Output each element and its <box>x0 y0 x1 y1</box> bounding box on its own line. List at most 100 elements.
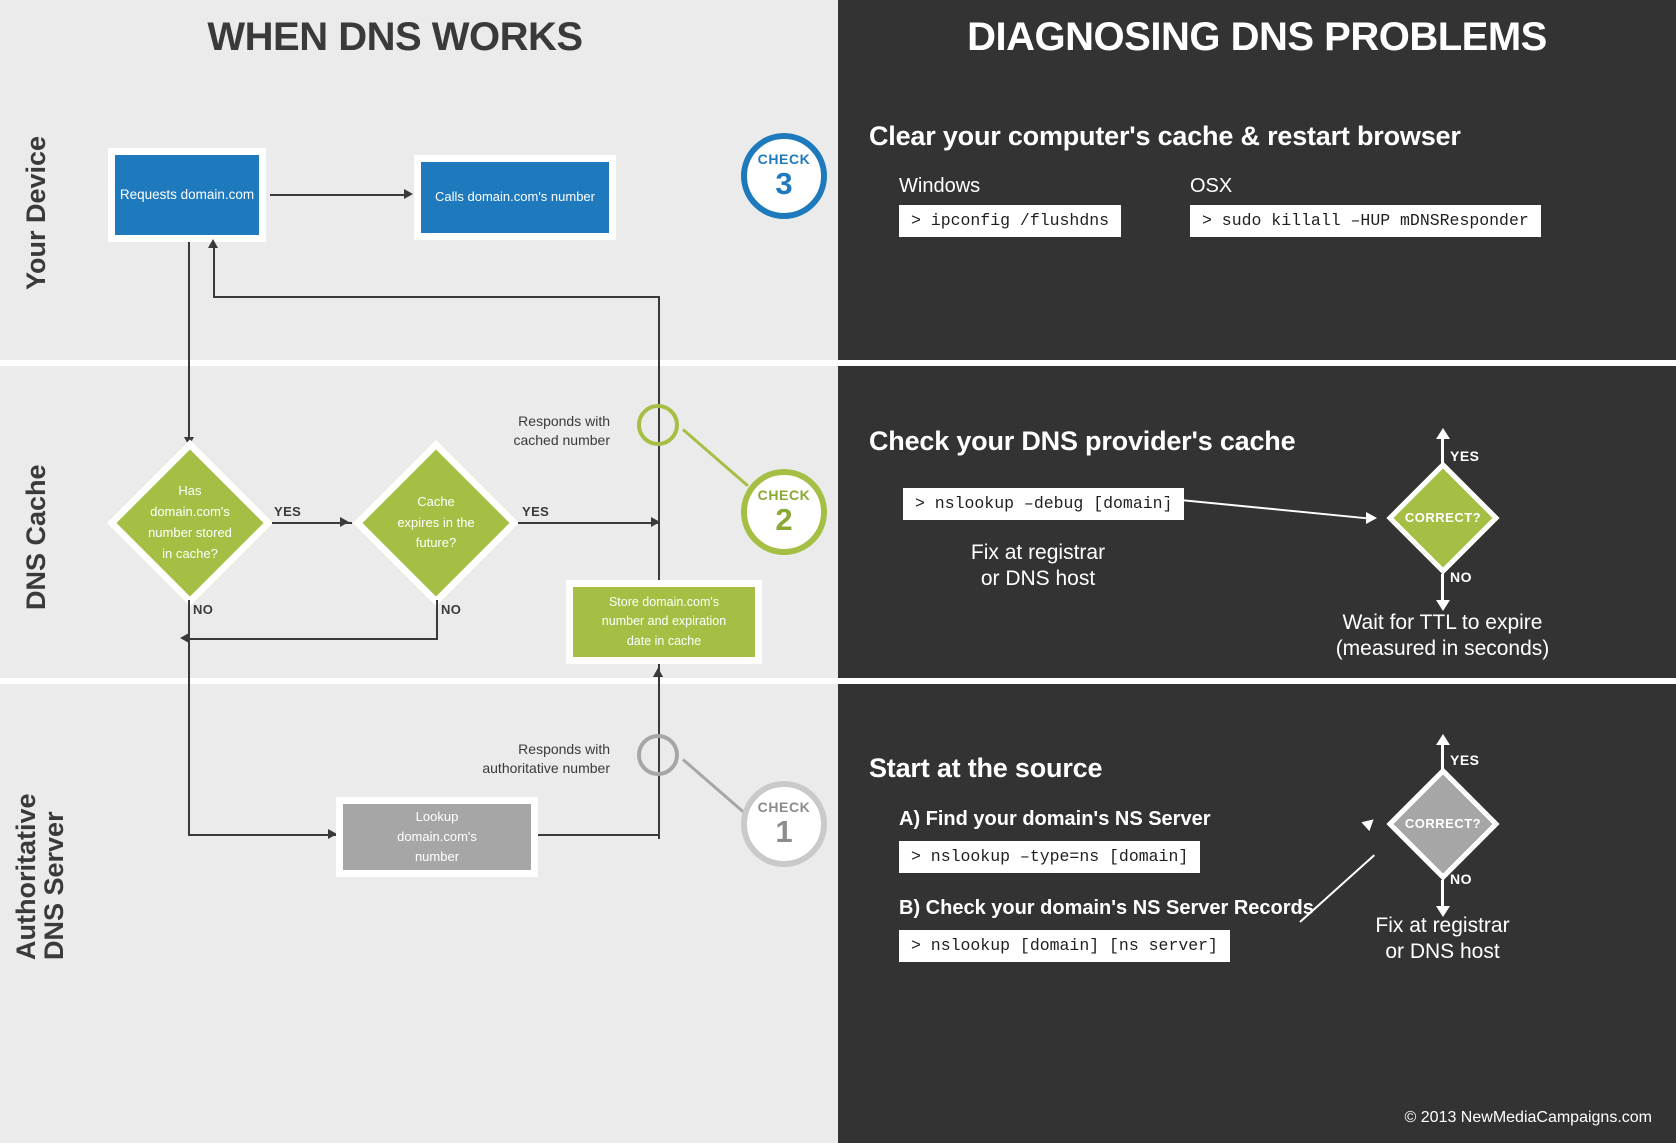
check2-edge-to-diamond-arrowhead <box>1366 512 1377 524</box>
badge-check-3-number: 3 <box>775 165 793 201</box>
check2-diamond-correct-label: CORRECT? <box>1404 509 1482 525</box>
check3-osx-label: OSX <box>1190 175 1233 197</box>
badge-check-3-word: CHECK <box>757 150 811 167</box>
badge-check-1[interactable]: CHECK 1 <box>741 781 827 867</box>
return-line-horizontal <box>213 296 660 298</box>
diamond-has-cache: Has domain.com's number stored in cache? <box>104 437 276 609</box>
node-requests-domain: Requests domain.com <box>108 148 266 242</box>
node-store-in-cache: Store domain.com's number and expiration… <box>566 580 762 664</box>
check3-windows-label: Windows <box>899 175 981 197</box>
lane-divider-2-left <box>0 678 838 684</box>
badge-check-2-number: 2 <box>775 501 793 537</box>
has-cache-line-4: in cache? <box>162 545 218 561</box>
edge-requests-to-cache-check <box>188 242 190 445</box>
left-panel-title: WHEN DNS WORKS <box>207 15 583 59</box>
check2-fix-note: Fix at registrar or DNS host <box>963 540 1113 593</box>
badge-check-3[interactable]: CHECK 3 <box>741 133 827 219</box>
check1-diamond-correct-label: CORRECT? <box>1404 815 1482 831</box>
check2-no-outcome-line2: (measured in seconds) <box>1335 637 1550 661</box>
lane-divider-1-left <box>0 360 838 366</box>
has-cache-line-1: Has <box>178 483 202 499</box>
lane-label-auth-line2: DNS Server <box>39 811 70 960</box>
edge-lookup-right <box>538 834 660 836</box>
responds-auth-line-1: Responds with <box>518 741 610 757</box>
cache-expires-line-1: Cache <box>417 493 455 509</box>
lane-label-your-device: Your Device <box>21 135 51 290</box>
check1-step-a-command[interactable]: > nslookup –type=ns [domain] <box>899 841 1201 873</box>
check2-yes-line <box>1441 437 1444 463</box>
cache-expires-line-3: future? <box>415 535 457 551</box>
responds-cached-line-2: cached number <box>513 431 610 448</box>
lane-label-authoritative-dns-server: Authoritative DNS Server <box>11 793 70 960</box>
check1-yes-label: YES <box>1450 752 1480 768</box>
return-line-arrowhead <box>208 239 218 248</box>
edge-no-into-lookup <box>188 834 336 836</box>
check2-yes-arrowhead <box>1436 428 1450 439</box>
check1-no-outcome-line2: or DNS host <box>1385 940 1500 964</box>
check2-yes-label: YES <box>1450 448 1480 464</box>
lookup-line-2: domain.com's <box>397 828 477 844</box>
note-responds-with-authoritative-number: Responds with authoritative number <box>410 740 610 778</box>
check2-no-outcome-line1: Wait for TTL to expire <box>1342 611 1543 634</box>
has-cache-line-3: number stored <box>148 525 232 540</box>
responds-cached-line-1: Responds with <box>518 413 610 429</box>
edge-lookup-up-arrowhead <box>653 668 663 677</box>
check2-title: Check your DNS provider's cache <box>869 426 1296 456</box>
lane-label-dns-cache: DNS Cache <box>21 464 51 610</box>
check1-yes-line <box>1441 743 1444 769</box>
edge-label-yes-2: YES <box>522 504 550 519</box>
store-line-3: date in cache <box>626 633 702 648</box>
check1-diamond-correct: CORRECT? <box>1385 766 1501 882</box>
store-line-2: number and expiration <box>601 614 727 629</box>
edge-no-merge-horizontal <box>188 638 438 640</box>
check2-no-label: NO <box>1450 569 1472 585</box>
edge-requests-to-calls <box>270 194 404 196</box>
badge-check-2-word: CHECK <box>757 486 811 503</box>
copyright-footer: © 2013 NewMediaCampaigns.com <box>1404 1109 1652 1126</box>
edge-yes-1-arrowhead <box>340 516 349 527</box>
diamond-has-cache-label: Has domain.com's number stored in cache? <box>104 437 276 609</box>
check1-no-outcome-line1: Fix at registrar <box>1375 914 1510 937</box>
badge-check-2[interactable]: CHECK 2 <box>741 469 827 555</box>
edge-label-no-1: NO <box>193 602 214 617</box>
check2-fix-note-line2: or DNS host <box>980 567 1096 591</box>
badge-check-1-number: 1 <box>775 813 793 849</box>
return-line-into-device <box>213 248 215 298</box>
check1-no-label: NO <box>1450 871 1472 887</box>
badge-check-1-word: CHECK <box>757 798 811 815</box>
lookup-line-3: number <box>414 849 460 865</box>
right-panel-title: DIAGNOSING DNS PROBLEMS <box>967 15 1547 59</box>
node-calls-domain-number: Calls domain.com's number <box>414 155 616 240</box>
check1-step-a-label: A) Find your domain's NS Server <box>899 808 1211 830</box>
node-lookup-authoritative: Lookup domain.com's number <box>336 797 538 877</box>
diamond-cache-expires-label: Cache expires in the future? <box>350 437 522 609</box>
edge-label-yes-1: YES <box>274 504 302 519</box>
edge-no-2-vertical <box>436 600 438 640</box>
check1-step-b-label: B) Check your domain's NS Server Records <box>899 897 1314 919</box>
check2-diamond-correct: CORRECT? <box>1385 460 1501 576</box>
edge-requests-to-calls-arrowhead <box>404 188 413 199</box>
lane-divider-2-right <box>838 678 1676 684</box>
has-cache-line-2: domain.com's <box>150 504 230 520</box>
lookup-line-1: Lookup <box>415 808 459 824</box>
check2-fix-note-line1: Fix at registrar <box>970 541 1106 564</box>
edge-no-down-to-lookup <box>188 638 190 836</box>
check2-no-outcome: Wait for TTL to expire (measured in seco… <box>1300 610 1585 663</box>
diamond-cache-expires: Cache expires in the future? <box>350 437 522 609</box>
infographic-canvas: WHEN DNS WORKS DIAGNOSING DNS PROBLEMS Y… <box>0 0 1676 1143</box>
check1-step-b-command[interactable]: > nslookup [domain] [ns server] <box>899 930 1230 962</box>
edge-yes-2 <box>518 522 660 524</box>
cache-expires-line-2: expires in the <box>397 514 475 530</box>
responds-auth-line-2: authoritative number <box>482 759 610 776</box>
store-line-1: Store domain.com's <box>608 594 720 609</box>
edge-yes-2-arrowhead <box>651 516 660 527</box>
check3-windows-command[interactable]: > ipconfig /flushdns <box>899 205 1122 237</box>
response-circle-authoritative <box>637 734 679 776</box>
lane-label-auth-line1: Authoritative <box>11 793 41 960</box>
note-responds-with-cached-number: Responds with cached number <box>430 412 610 450</box>
check3-osx-command[interactable]: > sudo killall –HUP mDNSResponder <box>1190 205 1541 237</box>
check1-yes-arrowhead <box>1436 734 1450 745</box>
edge-label-no-2: NO <box>441 602 462 617</box>
check1-no-outcome: Fix at registrar or DNS host <box>1340 913 1545 966</box>
check2-command[interactable]: > nslookup –debug [domain] <box>903 488 1185 520</box>
